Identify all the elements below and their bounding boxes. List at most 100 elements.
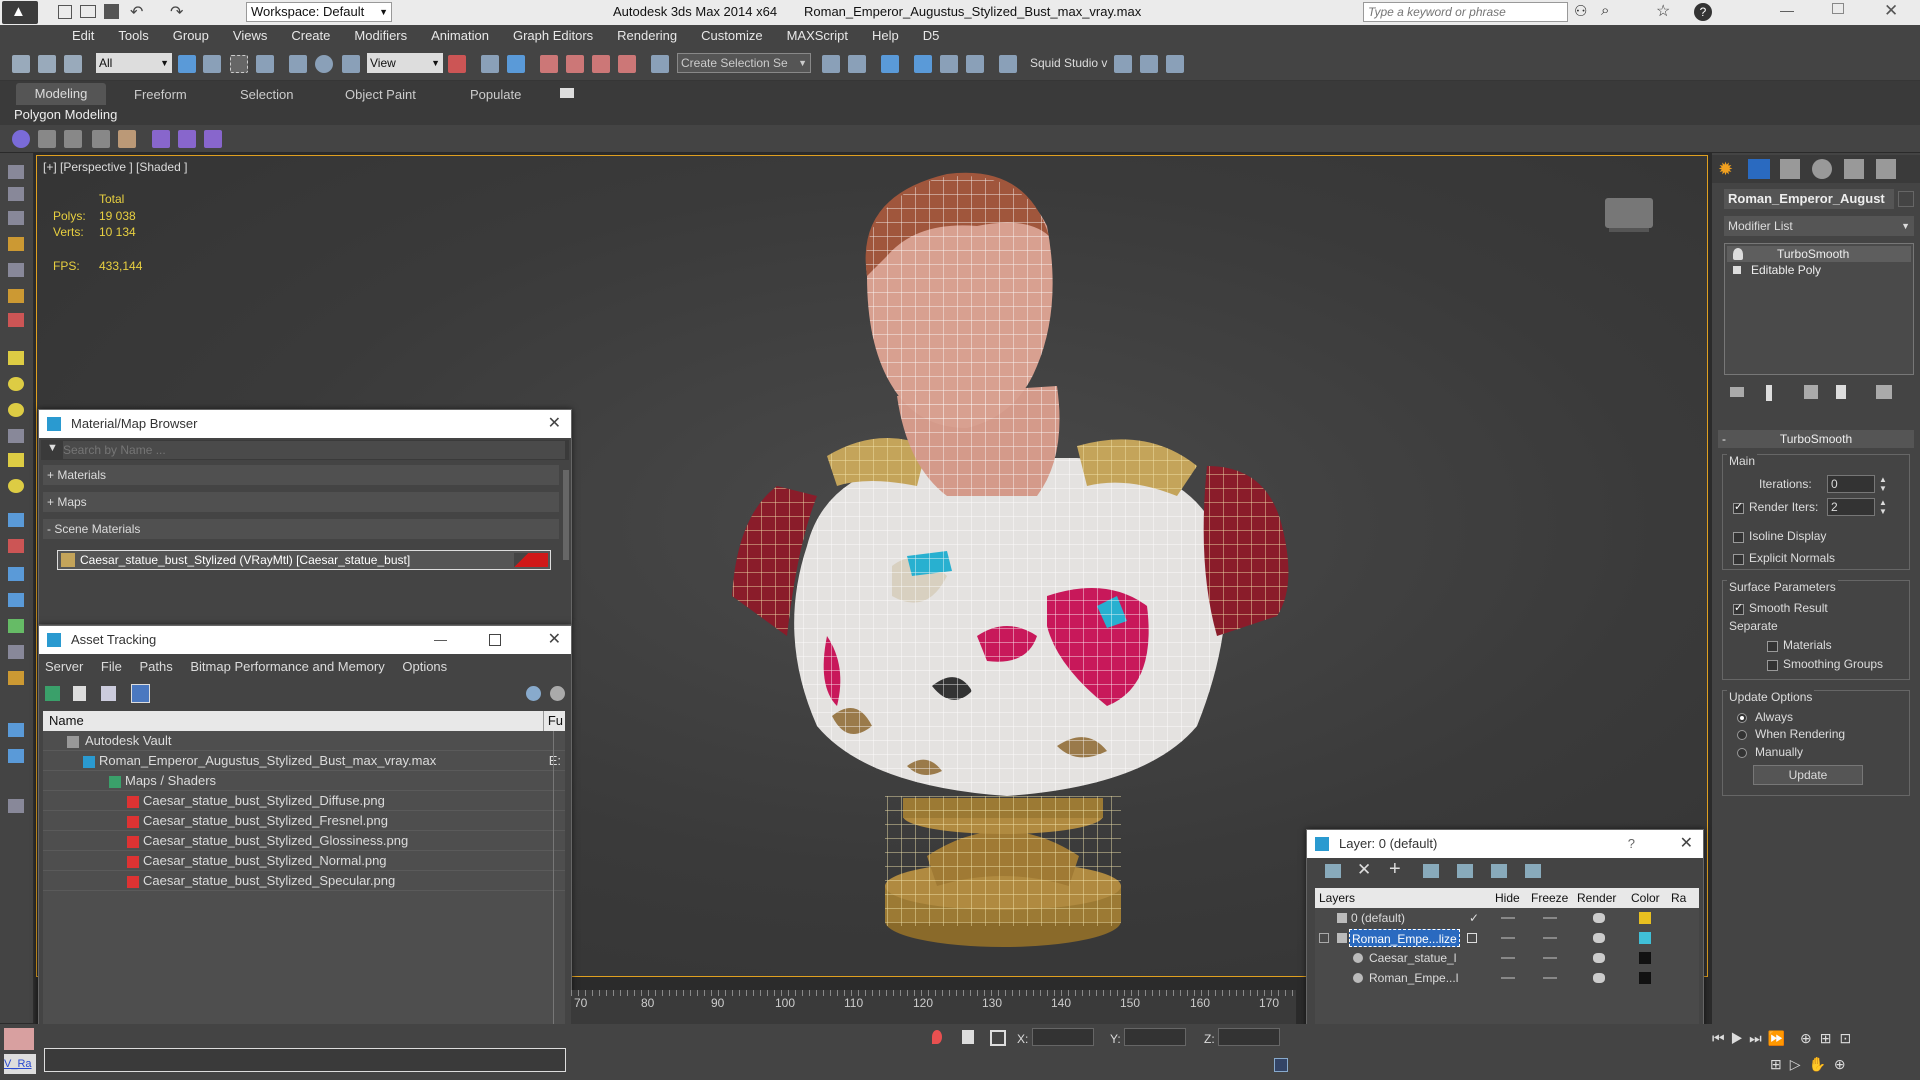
expand-icon[interactable] (1733, 266, 1741, 274)
group-maps[interactable]: + Maps (43, 492, 559, 512)
col-hide[interactable]: Hide (1495, 888, 1520, 908)
menu-tools[interactable]: Tools (106, 25, 160, 47)
percent-snap-icon[interactable] (592, 55, 610, 73)
strip-tool-icon[interactable] (8, 351, 24, 365)
maxscript-mini-listener[interactable] (4, 1028, 34, 1050)
grid-icon[interactable] (1274, 1058, 1288, 1072)
col-full-path[interactable]: Fu (542, 711, 563, 731)
tab-populate[interactable]: Populate (470, 87, 521, 102)
strip-tool-icon[interactable] (8, 187, 24, 201)
menu-paths[interactable]: Paths (140, 659, 173, 674)
close-icon[interactable]: ✕ (548, 626, 561, 654)
move-icon[interactable] (289, 55, 307, 73)
menu-rendering[interactable]: Rendering (605, 25, 689, 47)
prompt-line[interactable] (44, 1048, 566, 1072)
utilities-tab-icon[interactable] (1876, 159, 1896, 179)
redo-icon[interactable]: ↷ (170, 2, 183, 22)
rect-selection-icon[interactable] (230, 55, 248, 73)
remove-modifier-icon[interactable] (1836, 385, 1846, 399)
lock-icon[interactable] (962, 1030, 974, 1044)
freeze-toggle[interactable] (1543, 977, 1557, 979)
list-item[interactable]: Autodesk Vault (43, 731, 565, 751)
strip-tool-icon[interactable] (8, 567, 24, 581)
search-by-name-input[interactable] (63, 441, 565, 459)
layer-color-swatch[interactable] (1639, 932, 1651, 944)
coord-z-field[interactable] (1218, 1028, 1280, 1046)
coord-x-field[interactable] (1032, 1028, 1094, 1046)
always-radio[interactable] (1737, 713, 1747, 723)
camera-icon[interactable] (64, 130, 82, 148)
layer-row[interactable]: Caesar_statue_l (1315, 948, 1699, 968)
binoculars-icon[interactable]: ⚇ (1574, 2, 1587, 20)
strip-tool-icon[interactable] (8, 165, 24, 179)
mirror-icon[interactable] (822, 55, 840, 73)
freeze-toggle[interactable] (1543, 937, 1557, 939)
render-iters-checkbox[interactable] (1733, 500, 1744, 514)
smoothing-groups-checkbox[interactable] (1767, 660, 1778, 671)
filter-icon[interactable]: ▼ (47, 442, 58, 454)
select-by-name-icon[interactable] (203, 55, 221, 73)
unlink-icon[interactable] (38, 55, 56, 73)
menu-modifiers[interactable]: Modifiers (342, 25, 419, 47)
minimize-button[interactable]: — (1780, 2, 1794, 18)
save-icon[interactable] (104, 4, 119, 19)
close-icon[interactable]: ✕ (548, 410, 561, 438)
restore-button[interactable] (1832, 3, 1844, 14)
strip-tool-icon[interactable] (8, 403, 24, 417)
select-objects-icon[interactable] (1457, 864, 1473, 878)
hide-toggle[interactable] (1501, 977, 1515, 979)
search-icon[interactable]: ⌕ (1601, 2, 1609, 19)
list-item[interactable]: Maps / Shaders (43, 771, 565, 791)
col-color[interactable]: Color (1631, 888, 1660, 908)
plugin-label[interactable]: Squid Studio v (1030, 56, 1107, 70)
align-icon[interactable] (848, 55, 866, 73)
layer-row[interactable]: Roman_Empe...lize (1315, 928, 1699, 948)
schematic-view-icon[interactable] (966, 55, 984, 73)
help-icon[interactable]: ? (1694, 3, 1712, 21)
list-item[interactable]: Caesar_statue_bust_Stylized_Specular.png (43, 871, 565, 891)
current-layer-icon[interactable] (1525, 864, 1541, 878)
layer-color-swatch[interactable] (1639, 972, 1651, 984)
delete-icon[interactable]: ✕ (1357, 860, 1371, 880)
motion-tab-icon[interactable] (1812, 159, 1832, 179)
link-icon[interactable] (12, 55, 30, 73)
list-item[interactable]: Roman_Emperor_Augustus_Stylized_Bust_max… (43, 751, 565, 771)
object-name-field[interactable]: Roman_Emperor_August (1724, 189, 1894, 209)
col-render[interactable]: Render (1577, 888, 1616, 908)
menu-animation[interactable]: Animation (419, 25, 501, 47)
strip-tool-icon[interactable] (8, 593, 24, 607)
group-scene-materials[interactable]: - Scene Materials (43, 519, 559, 539)
menu-server[interactable]: Server (45, 659, 83, 674)
layer-row[interactable]: Roman_Empe...l (1315, 968, 1699, 988)
layer-row[interactable]: 0 (default) ✓ (1315, 908, 1699, 928)
play-controls-icon[interactable]: ⏮▶⏭⏩ (1712, 1030, 1791, 1047)
explicit-normals-checkbox[interactable] (1733, 554, 1744, 565)
collapse-icon[interactable] (1319, 933, 1329, 943)
current-layer-toggle[interactable] (1467, 933, 1477, 943)
list-item[interactable]: Caesar_statue_bust_Stylized_Diffuse.png (43, 791, 565, 811)
spinner-arrows-icon[interactable]: ▲ ▼ (1879, 475, 1887, 493)
strip-tool-icon[interactable] (8, 263, 24, 277)
render-teapot-icon[interactable] (1593, 933, 1605, 943)
col-radiosity[interactable]: Ra (1671, 888, 1686, 908)
hide-toggle[interactable] (1501, 957, 1515, 959)
layer-icon[interactable] (1325, 864, 1341, 878)
browser-scrollbar[interactable] (563, 470, 569, 560)
menu-create[interactable]: Create (279, 25, 342, 47)
viewport-label[interactable]: [+] [Perspective ] [Shaded ] (43, 160, 187, 174)
strip-tool-icon[interactable] (8, 749, 24, 763)
isoline-checkbox[interactable] (1733, 532, 1744, 543)
render-teapot-icon[interactable] (1593, 953, 1605, 963)
when-rendering-radio[interactable] (1737, 730, 1747, 740)
spinner-arrows-icon[interactable]: ▲ ▼ (1879, 498, 1887, 516)
modify-tab-icon[interactable] (1748, 159, 1770, 179)
bust-model[interactable] (677, 166, 1397, 976)
maxscript-listener[interactable]: V_Ra (4, 1054, 36, 1074)
vray-lights-icon[interactable] (204, 130, 222, 148)
selection-set-dropdown[interactable]: Create Selection Se ▼ (677, 53, 811, 73)
bind-spacewarp-icon[interactable] (64, 55, 82, 73)
display-tab-icon[interactable] (1844, 159, 1864, 179)
manually-radio[interactable] (1737, 748, 1747, 758)
menu-file[interactable]: File (101, 659, 122, 674)
list-item[interactable]: Caesar_statue_bust_Stylized_Glossiness.p… (43, 831, 565, 851)
